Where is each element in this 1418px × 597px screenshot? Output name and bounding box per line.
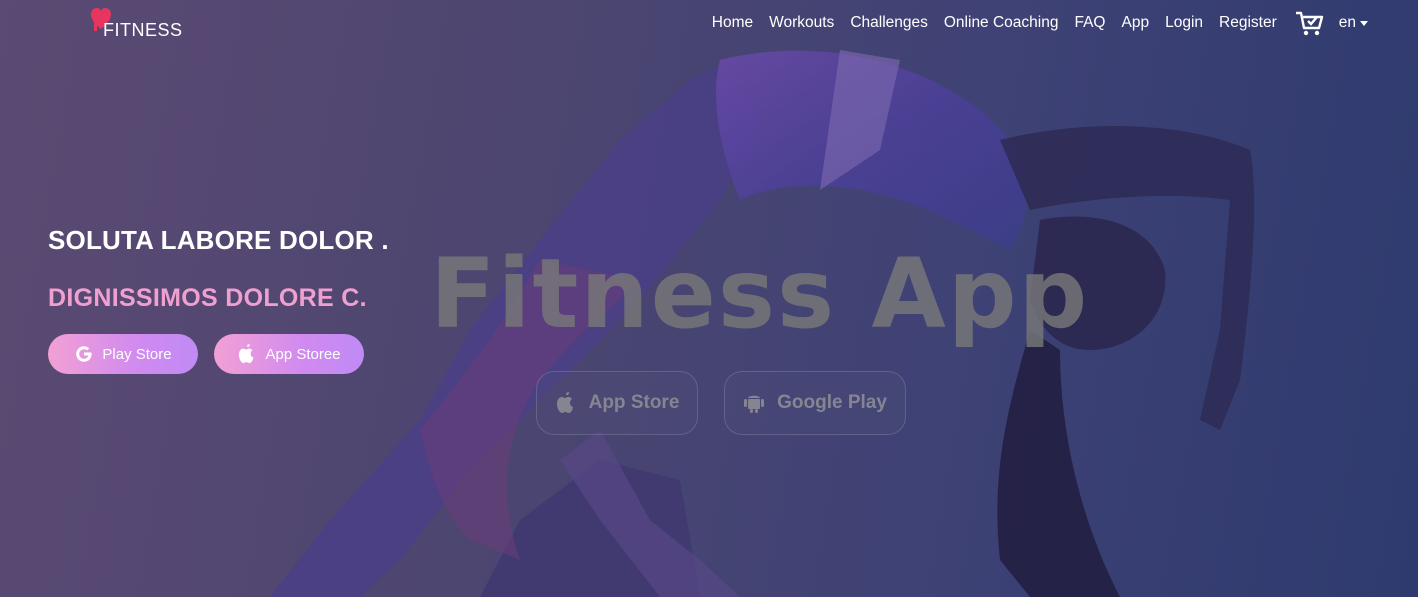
hero-subheadline: DIGNISSIMOS DOLORE C. bbox=[48, 284, 367, 312]
background-google-play-badge: Google Play bbox=[724, 371, 906, 435]
play-store-button[interactable]: Play Store bbox=[48, 334, 198, 374]
apple-icon bbox=[237, 344, 257, 364]
apple-icon bbox=[555, 392, 577, 414]
background-app-store-badge: App Store bbox=[536, 371, 698, 435]
hero-section: FITNESS Home Workouts Challenges Online … bbox=[0, 0, 1418, 597]
chevron-down-icon bbox=[1360, 20, 1368, 26]
background-app-store-label: App Store bbox=[588, 392, 680, 413]
brand-logo[interactable]: FITNESS bbox=[90, 5, 190, 41]
main-menu: Home Workouts Challenges Online Coaching… bbox=[696, 0, 1368, 46]
app-store-button[interactable]: App Storee bbox=[214, 334, 364, 374]
language-dropdown[interactable]: en bbox=[1339, 14, 1368, 32]
logo-text: FITNESS bbox=[103, 20, 183, 40]
google-icon bbox=[74, 344, 94, 364]
nav-workouts[interactable]: Workouts bbox=[769, 14, 834, 32]
language-label: en bbox=[1338, 14, 1356, 31]
background-google-play-label: Google Play bbox=[777, 392, 887, 413]
nav-challenges[interactable]: Challenges bbox=[850, 14, 928, 32]
nav-app[interactable]: App bbox=[1122, 14, 1150, 32]
nav-online-coaching[interactable]: Online Coaching bbox=[944, 14, 1059, 32]
play-store-label: Play Store bbox=[102, 345, 172, 363]
app-store-label: App Storee bbox=[265, 345, 341, 363]
hero-headline: SOLUTA LABORE DOLOR . bbox=[48, 225, 389, 255]
nav-faq[interactable]: FAQ bbox=[1074, 14, 1105, 32]
nav-register[interactable]: Register bbox=[1219, 14, 1277, 32]
android-icon bbox=[743, 392, 765, 414]
top-navbar: FITNESS Home Workouts Challenges Online … bbox=[0, 0, 1418, 46]
background-title: Fitness App bbox=[430, 238, 1090, 350]
nav-login[interactable]: Login bbox=[1165, 14, 1203, 32]
shopping-cart-icon[interactable] bbox=[1294, 8, 1324, 38]
nav-home[interactable]: Home bbox=[712, 14, 753, 32]
